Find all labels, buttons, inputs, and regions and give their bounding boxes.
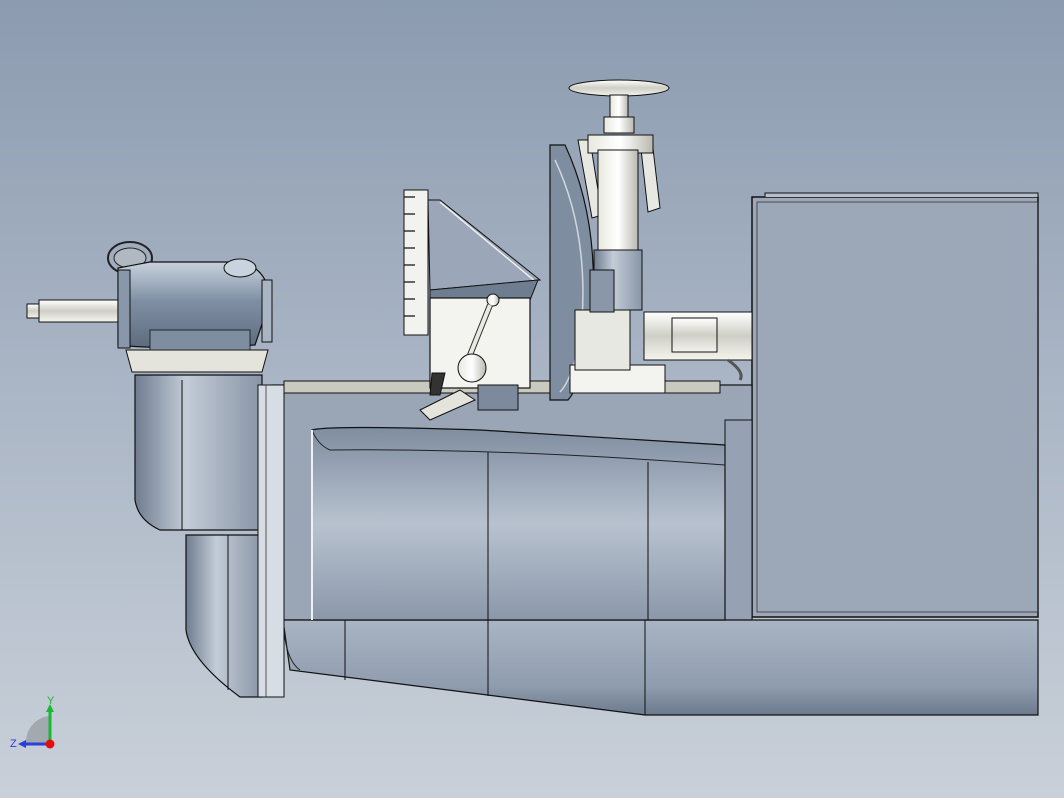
z-axis-label: Z bbox=[10, 738, 17, 750]
triad-arc bbox=[25, 716, 50, 744]
cad-viewport[interactable]: Y Z bbox=[0, 0, 1064, 798]
coordinate-triad: Y Z bbox=[8, 695, 78, 766]
y-axis-label: Y bbox=[47, 696, 55, 707]
motor-head bbox=[26, 241, 273, 373]
left-column bbox=[134, 374, 285, 698]
machine-model bbox=[26, 79, 1039, 716]
x-axis-dot bbox=[45, 739, 55, 749]
right-cabinet bbox=[751, 192, 1039, 618]
z-axis-arrow bbox=[18, 740, 26, 748]
